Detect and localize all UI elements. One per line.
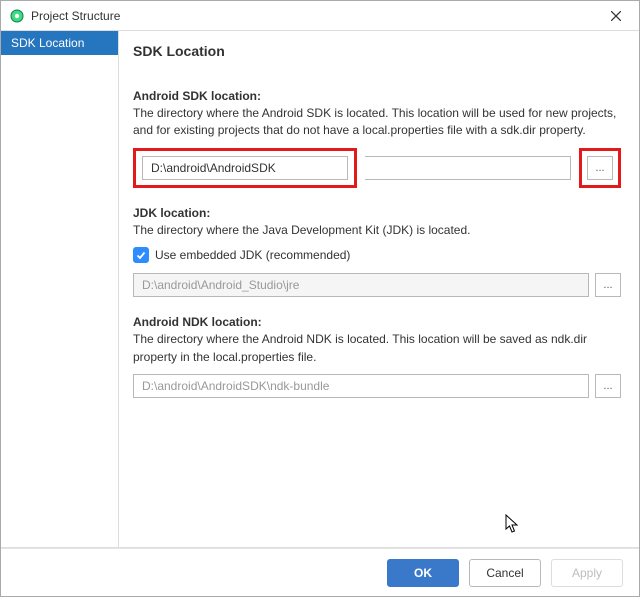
- ellipsis-icon: ...: [603, 279, 612, 291]
- sdk-path-highlight: [133, 148, 357, 188]
- ndk-location-desc: The directory where the Android NDK is l…: [133, 331, 621, 366]
- cancel-button[interactable]: Cancel: [469, 559, 541, 587]
- main-panel: SDK Location Android SDK location: The d…: [119, 31, 639, 547]
- dialog-button-bar: OK Cancel Apply: [1, 548, 639, 596]
- jdk-path-row: ...: [133, 273, 621, 297]
- ndk-path-input[interactable]: [133, 374, 589, 398]
- titlebar: Project Structure: [1, 1, 639, 31]
- android-studio-icon: [9, 8, 25, 24]
- sdk-location-desc: The directory where the Android SDK is l…: [133, 105, 621, 140]
- jdk-browse-button[interactable]: ...: [595, 273, 621, 297]
- sdk-path-row: ...: [133, 148, 621, 188]
- ellipsis-icon: ...: [595, 162, 604, 174]
- use-embedded-jdk-checkbox[interactable]: [133, 247, 149, 263]
- use-embedded-jdk-row[interactable]: Use embedded JDK (recommended): [133, 247, 621, 263]
- jdk-path-input: [133, 273, 589, 297]
- close-button[interactable]: [593, 1, 639, 31]
- sdk-browse-button[interactable]: ...: [587, 156, 613, 180]
- sdk-browse-highlight: ...: [579, 148, 621, 188]
- jdk-location-desc: The directory where the Java Development…: [133, 222, 621, 239]
- ndk-path-row: ...: [133, 374, 621, 398]
- dialog-body: SDK Location SDK Location Android SDK lo…: [1, 31, 639, 548]
- check-icon: [136, 250, 146, 260]
- sidebar-item-label: SDK Location: [11, 36, 84, 50]
- ok-button[interactable]: OK: [387, 559, 459, 587]
- sdk-location-label: Android SDK location:: [133, 89, 621, 103]
- window-title: Project Structure: [31, 9, 120, 23]
- ellipsis-icon: ...: [603, 380, 612, 392]
- page-title: SDK Location: [133, 43, 621, 59]
- sidebar-item-sdk-location[interactable]: SDK Location: [1, 31, 118, 55]
- apply-button[interactable]: Apply: [551, 559, 623, 587]
- jdk-location-label: JDK location:: [133, 206, 621, 220]
- sidebar: SDK Location: [1, 31, 119, 547]
- ndk-browse-button[interactable]: ...: [595, 374, 621, 398]
- sdk-path-input[interactable]: [142, 156, 348, 180]
- use-embedded-jdk-label: Use embedded JDK (recommended): [155, 248, 350, 262]
- ndk-location-label: Android NDK location:: [133, 315, 621, 329]
